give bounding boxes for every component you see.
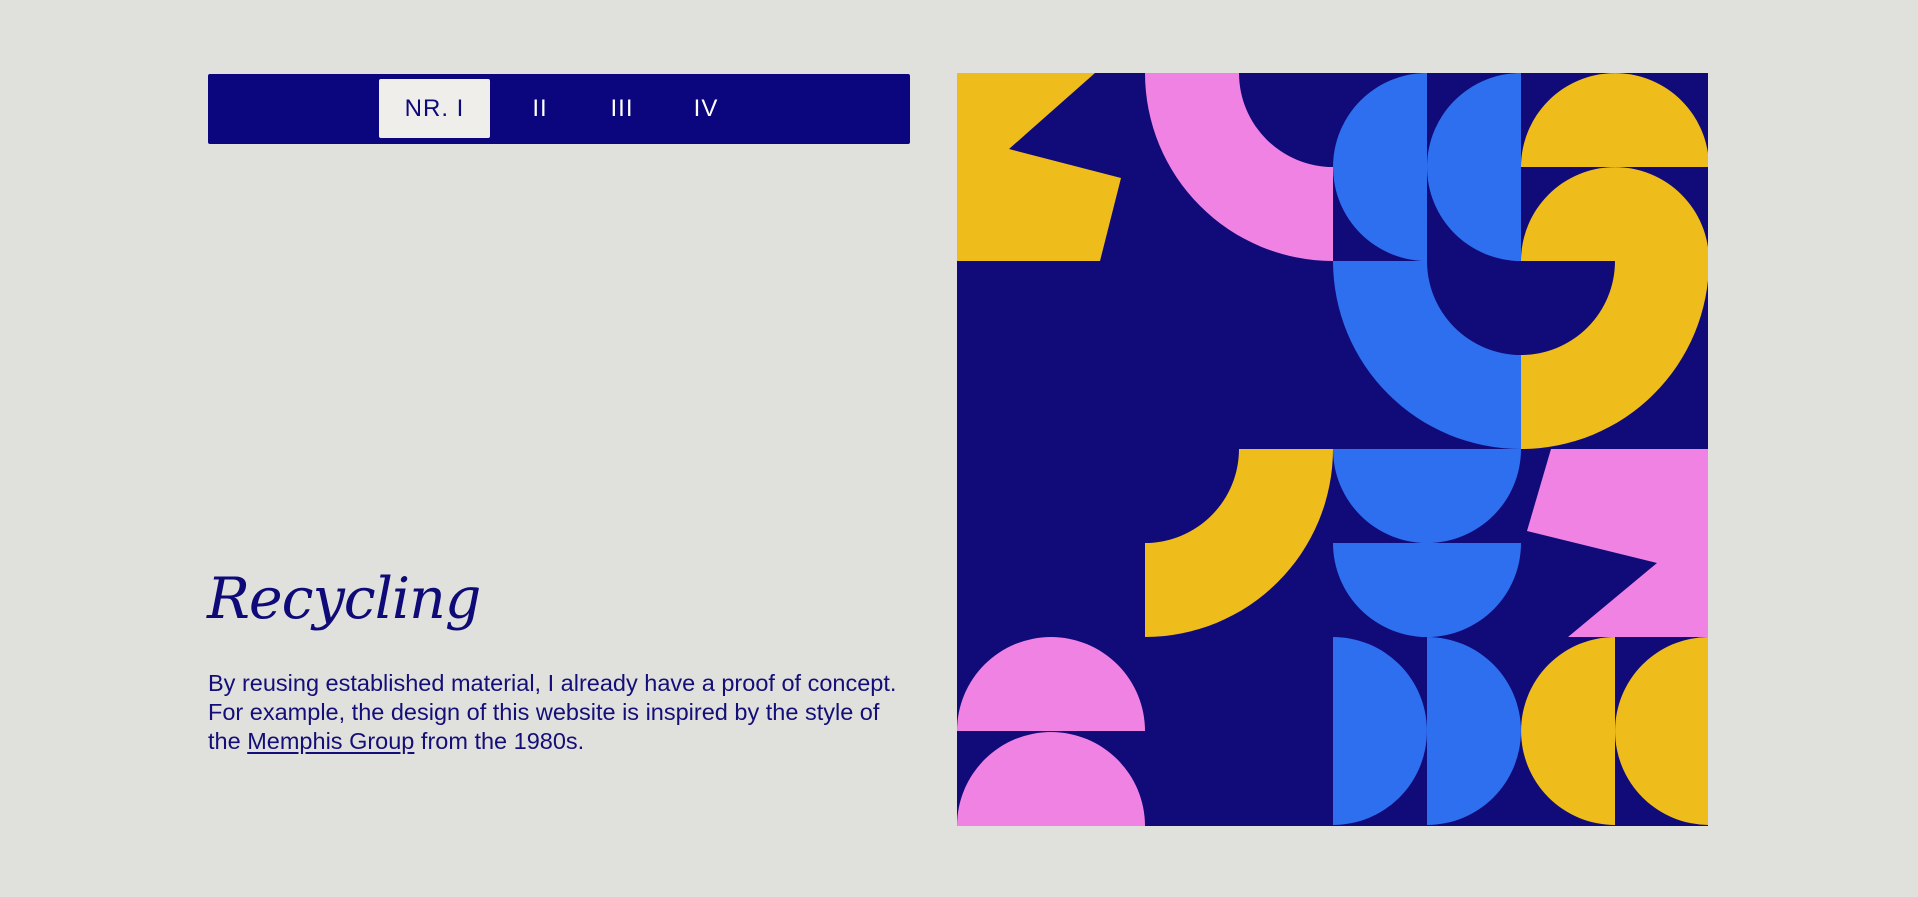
memphis-pattern-artwork xyxy=(957,73,1708,826)
section-title: Recycling xyxy=(207,566,481,632)
section-description: By reusing established material, I alrea… xyxy=(208,669,918,756)
tab-bar: NR. I II III IV xyxy=(208,74,910,144)
description-text-end: from the 1980s. xyxy=(414,728,585,754)
memphis-group-link[interactable]: Memphis Group xyxy=(247,728,414,754)
tab-4[interactable]: IV xyxy=(676,79,736,138)
tab-2[interactable]: II xyxy=(510,79,570,138)
tab-3[interactable]: III xyxy=(592,79,652,138)
tab-nr-1[interactable]: NR. I xyxy=(379,79,490,138)
